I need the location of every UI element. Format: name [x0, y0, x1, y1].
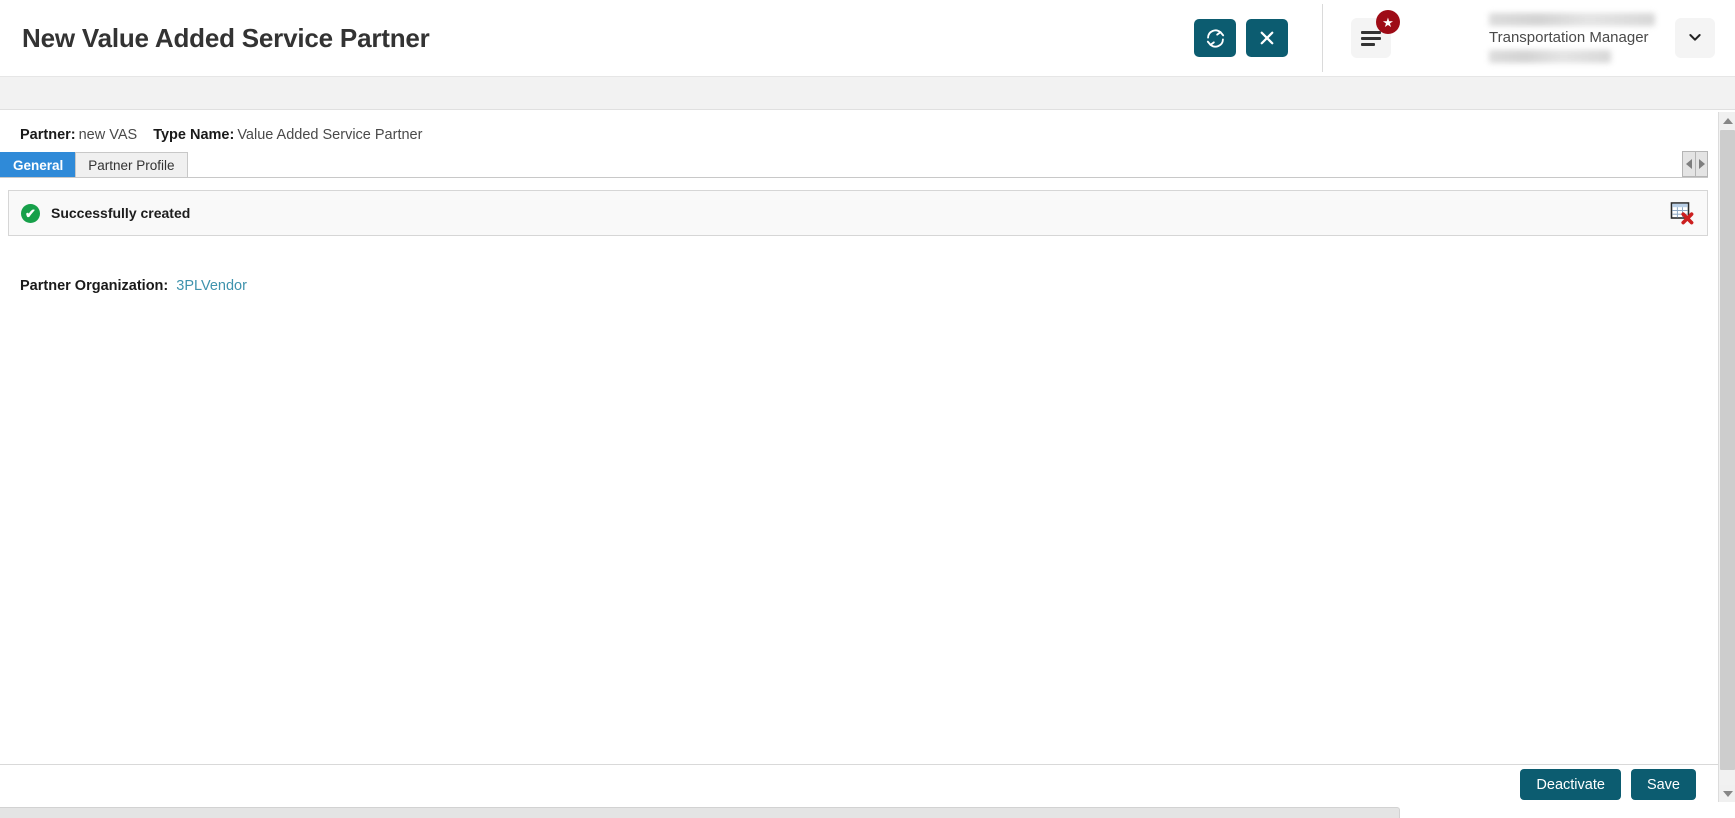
success-check-icon: ✔ [21, 203, 40, 223]
chevron-down-icon [1687, 29, 1703, 48]
record-summary-row: Partner: new VAS Type Name: Value Added Ser… [0, 110, 1718, 152]
vertical-scrollbar-thumb[interactable] [1720, 130, 1735, 770]
success-message: Successfully created [51, 205, 191, 221]
close-icon [1258, 29, 1276, 47]
user-name-redacted [1489, 13, 1655, 26]
close-button[interactable] [1246, 19, 1288, 57]
footer-action-bar: Deactivate Save [0, 764, 1718, 804]
success-banner: ✔ Successfully created [8, 190, 1708, 236]
type-name-label: Type Name: [153, 127, 235, 143]
deactivate-button[interactable]: Deactivate [1520, 769, 1621, 800]
scroll-right-arrow-icon[interactable] [1695, 152, 1707, 176]
refresh-button[interactable] [1194, 19, 1236, 57]
header-actions: ★ Transportation Manager [1184, 0, 1735, 76]
partner-organization-row: Partner Organization: 3PLVendor [20, 278, 1718, 294]
user-org-redacted [1489, 50, 1611, 63]
user-role-label: Transportation Manager [1489, 29, 1649, 46]
tab-bar: General Partner Profile [0, 151, 1708, 178]
header-divider [1322, 4, 1323, 72]
tab-scroll-controls [1682, 151, 1708, 177]
user-info-block[interactable]: Transportation Manager [1489, 7, 1657, 69]
partner-organization-label: Partner Organization: [20, 278, 169, 294]
refresh-icon [1205, 28, 1226, 49]
page-title: New Value Added Service Partner [22, 22, 430, 53]
tab-general[interactable]: General [0, 152, 77, 177]
horizontal-scrollbar-thumb[interactable] [0, 807, 1400, 818]
main-content-pane: Partner: new VAS Type Name: Value Added Ser… [0, 110, 1718, 764]
hamburger-menu-icon [1361, 30, 1381, 46]
vertical-scrollbar[interactable] [1718, 112, 1735, 802]
tab-partner-profile[interactable]: Partner Profile [75, 152, 188, 177]
partner-label: Partner: [20, 127, 76, 143]
user-menu-dropdown-button[interactable] [1675, 18, 1715, 58]
hamburger-menu-button[interactable]: ★ [1351, 10, 1400, 58]
save-button[interactable]: Save [1630, 769, 1696, 800]
top-header-bar: New Value Added Service Partner ★ Transp… [0, 0, 1735, 76]
scroll-up-arrow-icon[interactable] [1719, 112, 1735, 129]
scroll-left-arrow-icon[interactable] [1683, 152, 1695, 176]
delete-grid-icon[interactable] [1669, 200, 1695, 231]
star-badge-icon: ★ [1376, 10, 1400, 34]
header-separator-strip [0, 76, 1735, 110]
application-window: New Value Added Service Partner ★ Transp… [0, 0, 1735, 818]
horizontal-scrollbar[interactable] [0, 804, 1735, 818]
scroll-down-arrow-icon[interactable] [1719, 785, 1735, 802]
partner-value: new VAS [78, 127, 138, 143]
type-name-value: Value Added Service Partner [237, 127, 423, 143]
partner-organization-link[interactable]: 3PLVendor [176, 278, 247, 294]
